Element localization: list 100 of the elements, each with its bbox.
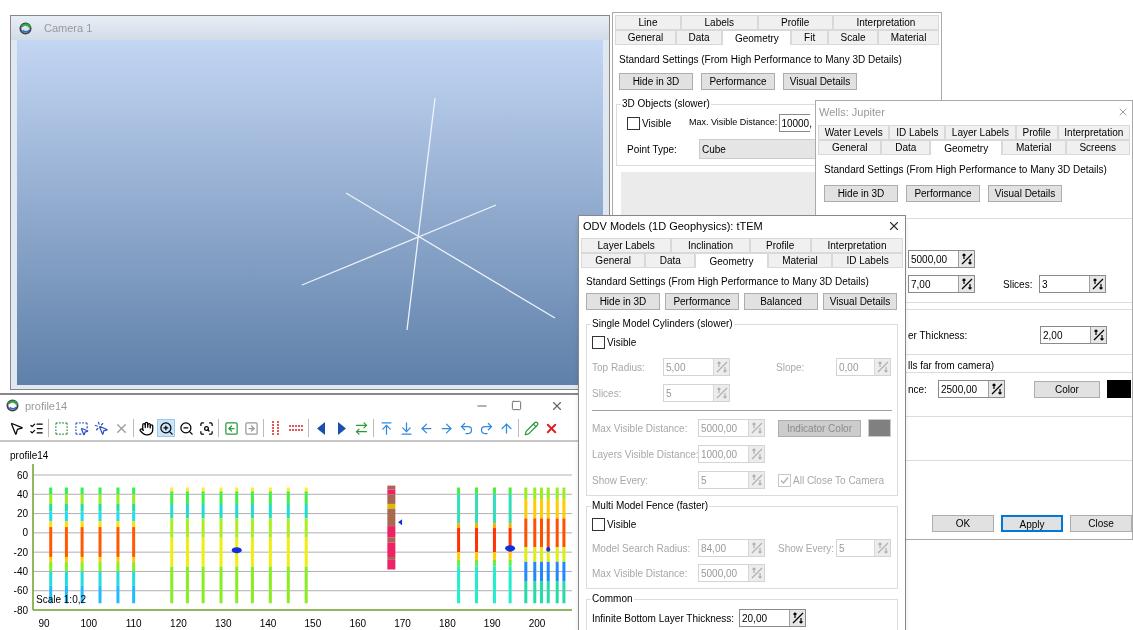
close-icon[interactable] bbox=[887, 219, 901, 233]
tab[interactable]: Geometry bbox=[722, 30, 792, 45]
tab[interactable]: ID Labels bbox=[832, 253, 904, 268]
tab[interactable]: General bbox=[615, 30, 676, 45]
push-button[interactable]: Visual Details bbox=[783, 73, 857, 90]
push-button[interactable]: Performance bbox=[665, 293, 739, 310]
dropdown[interactable]: Cube bbox=[699, 139, 817, 159]
field-label: Show Every: bbox=[778, 541, 836, 556]
checkbox[interactable] bbox=[592, 518, 605, 531]
toolbar-button[interactable] bbox=[72, 419, 90, 438]
tab[interactable]: Fit bbox=[791, 30, 828, 45]
checkbox[interactable] bbox=[592, 336, 605, 349]
group-title: Single Model Cylinders (slower) bbox=[591, 317, 734, 331]
checkbox-label: Visible bbox=[607, 336, 637, 350]
push-button[interactable]: Visual Details bbox=[823, 293, 897, 310]
maximize-icon[interactable] bbox=[511, 400, 522, 412]
axis-tick-label: 100 bbox=[80, 618, 98, 630]
tab[interactable]: Geometry bbox=[930, 140, 1003, 155]
tab[interactable]: Screens bbox=[1065, 140, 1130, 155]
tab[interactable]: Material bbox=[878, 30, 939, 45]
arrow-right-icon bbox=[243, 420, 259, 436]
checkbox[interactable] bbox=[627, 116, 640, 130]
dialog-button[interactable]: Close bbox=[1070, 515, 1132, 532]
number-field[interactable]: 2,00 bbox=[1040, 326, 1107, 344]
number-field[interactable]: 3 bbox=[1039, 275, 1106, 293]
app-logo-icon bbox=[19, 21, 32, 35]
number-field[interactable]: 2500,00 bbox=[938, 380, 1005, 398]
spin-button[interactable] bbox=[988, 381, 1004, 397]
push-button[interactable]: Hide in 3D bbox=[824, 185, 898, 202]
spin-button[interactable] bbox=[958, 251, 974, 267]
arrow-left-icon bbox=[223, 420, 239, 436]
tab[interactable]: General bbox=[581, 253, 646, 268]
window-title: profile14 bbox=[25, 398, 68, 414]
toolbar-button[interactable] bbox=[157, 419, 175, 438]
swap-arrows-icon bbox=[353, 420, 369, 436]
select-box-icon bbox=[53, 420, 69, 436]
tab[interactable]: Material bbox=[1002, 140, 1066, 155]
push-button[interactable]: Performance bbox=[701, 73, 775, 90]
color-swatch[interactable] bbox=[1107, 380, 1131, 398]
tab[interactable]: Interpretation bbox=[832, 15, 939, 30]
horizontal-lines-icon bbox=[289, 423, 303, 434]
push-button[interactable]: Visual Details bbox=[988, 185, 1062, 202]
tab[interactable]: Labels bbox=[681, 15, 758, 30]
toolbar-button[interactable] bbox=[177, 419, 195, 438]
field-label: Top Radius: bbox=[592, 360, 646, 375]
field-label: Slices: bbox=[1003, 277, 1034, 292]
tab[interactable]: Inclination bbox=[671, 238, 750, 253]
tab[interactable]: Data bbox=[881, 140, 931, 155]
dialog-button[interactable]: Apply bbox=[1001, 515, 1063, 532]
tab[interactable]: Interpretation bbox=[1057, 125, 1130, 140]
field-label: nce: bbox=[908, 382, 928, 397]
color-swatch[interactable] bbox=[868, 419, 891, 437]
tab[interactable]: General bbox=[818, 140, 882, 155]
axis-tick-label: 90 bbox=[38, 618, 50, 630]
field-label: Point Type: bbox=[627, 142, 678, 157]
toolbar-button[interactable] bbox=[137, 419, 155, 438]
triangle-right-icon bbox=[336, 421, 346, 435]
axis-tick-label: 120 bbox=[170, 618, 187, 630]
arrow-right-icon bbox=[438, 420, 454, 436]
number-field[interactable]: 20,00 bbox=[739, 609, 806, 627]
tab[interactable]: Line bbox=[615, 15, 681, 30]
tab[interactable]: Layer Labels bbox=[581, 238, 672, 253]
field-label: Max Visible Distance: bbox=[592, 566, 689, 581]
toolbar-button[interactable] bbox=[197, 419, 215, 438]
text-field[interactable]: 10000, bbox=[779, 114, 811, 132]
tab[interactable]: Profile bbox=[757, 15, 833, 30]
axis-tick-label: 40 bbox=[16, 488, 28, 500]
tab[interactable]: Data bbox=[675, 30, 723, 45]
tab[interactable]: Material bbox=[767, 253, 833, 268]
zoom-out-icon bbox=[178, 420, 194, 436]
group-title: Multi Model Fence (faster) bbox=[591, 499, 710, 513]
toolbar-button[interactable] bbox=[92, 419, 110, 438]
tab[interactable]: Profile bbox=[749, 238, 811, 253]
tab[interactable]: Layer Labels bbox=[945, 125, 1016, 140]
select-area-icon bbox=[73, 420, 89, 436]
group-title: 3D Objects (slower) bbox=[621, 97, 711, 111]
tab[interactable]: Data bbox=[645, 253, 696, 268]
axis-tick-label: 110 bbox=[125, 618, 142, 630]
number-field[interactable]: 5000,00 bbox=[908, 250, 975, 268]
tab[interactable]: Profile bbox=[1015, 125, 1058, 140]
number-field[interactable]: 7,00 bbox=[908, 275, 975, 293]
field-label: Model Search Radius: bbox=[592, 541, 692, 556]
vertical-lines-icon bbox=[270, 421, 282, 436]
tab[interactable]: Interpretation bbox=[811, 238, 904, 253]
tab[interactable]: Scale bbox=[827, 30, 879, 45]
redo-icon bbox=[478, 420, 494, 436]
push-button[interactable]: Hide in 3D bbox=[586, 293, 660, 310]
color-button[interactable]: Color bbox=[1034, 380, 1100, 398]
push-button[interactable]: Performance bbox=[906, 185, 980, 202]
spin-button[interactable] bbox=[1089, 276, 1105, 292]
push-button[interactable]: Hide in 3D bbox=[619, 73, 693, 90]
tab[interactable]: Water Levels bbox=[818, 125, 890, 140]
spin-button[interactable] bbox=[789, 610, 805, 626]
axis-tick-label: 190 bbox=[483, 618, 501, 630]
push-button[interactable]: Balanced bbox=[744, 293, 818, 310]
dialog-button[interactable]: OK bbox=[932, 515, 994, 532]
spin-button[interactable] bbox=[958, 276, 974, 292]
tab[interactable]: Geometry bbox=[695, 253, 768, 268]
tab[interactable]: ID Labels bbox=[889, 125, 946, 140]
spin-button[interactable] bbox=[1090, 327, 1106, 343]
